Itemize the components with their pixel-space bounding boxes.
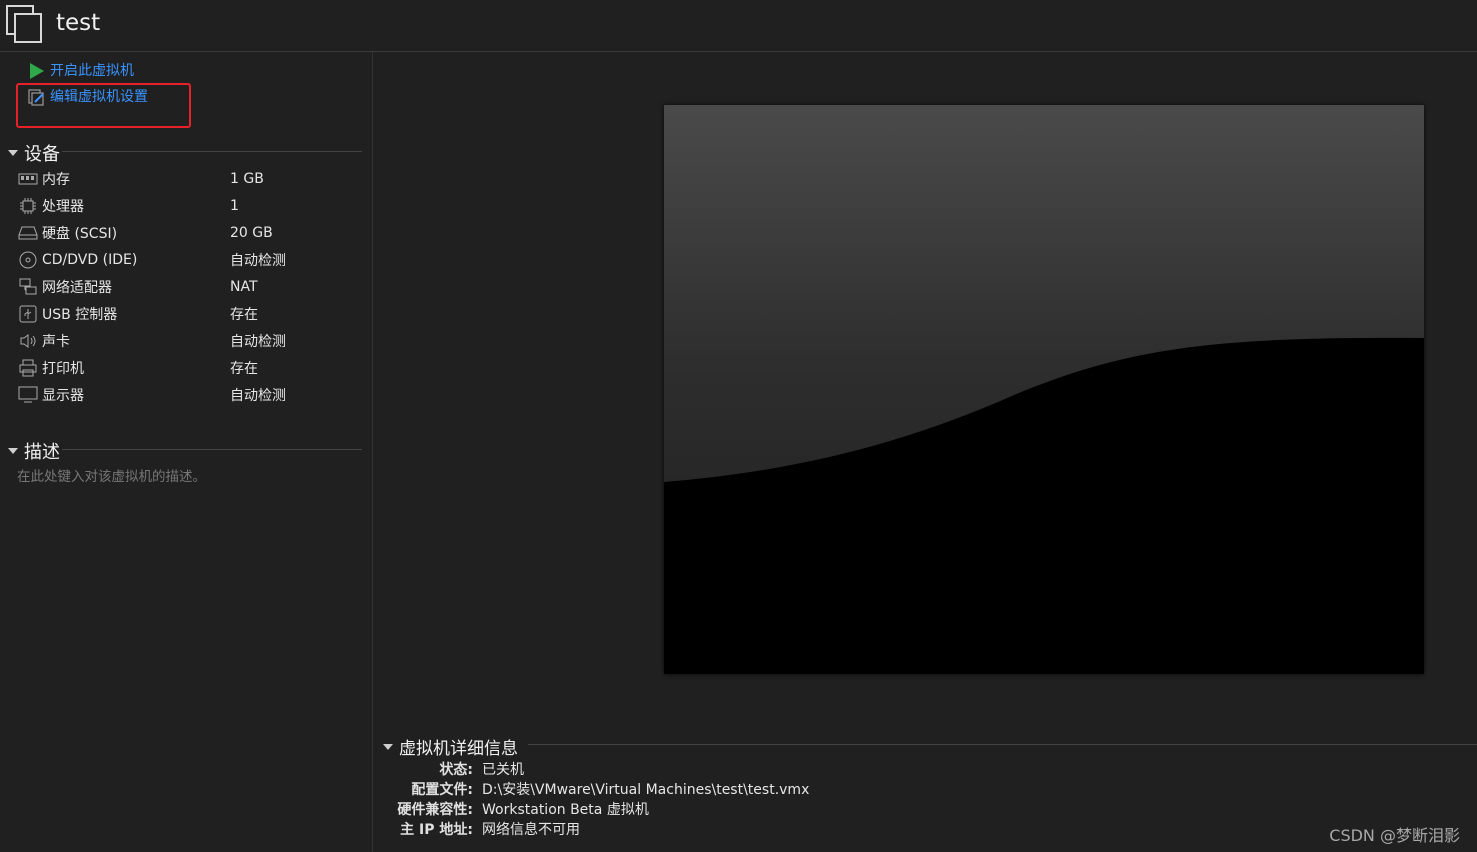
detail-value: 已关机 [482, 762, 524, 778]
device-value: 存在 [230, 361, 258, 377]
printer-icon [18, 359, 38, 377]
vm-window-icon [6, 5, 42, 43]
cpu-icon [18, 197, 38, 215]
device-value: NAT [230, 279, 258, 295]
device-value: 20 GB [230, 225, 273, 241]
device-row-hard-disk[interactable]: 硬盘 (SCSI) 20 GB [18, 220, 358, 246]
section-divider [62, 449, 362, 450]
description-heading: 描述 [24, 442, 60, 463]
device-name: 声卡 [42, 334, 70, 350]
vm-screen-graphic [664, 105, 1424, 674]
description-section-toggle[interactable]: 描述 [8, 438, 60, 464]
device-name: CD/DVD (IDE) [42, 252, 138, 268]
device-name: 硬盘 (SCSI) [42, 226, 118, 242]
hard-disk-icon [18, 224, 38, 242]
detail-value: 网络信息不可用 [482, 822, 580, 838]
detail-row-hardware-compat: 硬件兼容性: Workstation Beta 虚拟机 [380, 799, 1380, 819]
annotation-highlight-box [16, 83, 191, 128]
device-value: 自动检测 [230, 253, 286, 269]
cd-dvd-icon [18, 251, 38, 269]
detail-row-config-file: 配置文件: D:\安装\VMware\Virtual Machines\test… [380, 779, 1380, 799]
device-value: 1 GB [230, 171, 264, 187]
device-row-memory[interactable]: 内存 1 GB [18, 166, 358, 192]
devices-section-toggle[interactable]: 设备 [8, 140, 60, 166]
collapse-triangle-icon [383, 743, 393, 750]
detail-row-status: 状态: 已关机 [380, 759, 1380, 779]
network-adapter-icon [18, 278, 38, 296]
section-divider [528, 744, 1477, 745]
detail-key: 硬件兼容性: [397, 802, 473, 818]
device-row-cd-dvd[interactable]: CD/DVD (IDE) 自动检测 [18, 247, 358, 273]
power-on-vm-link[interactable]: 开启此虚拟机 [28, 60, 134, 82]
memory-icon [18, 170, 38, 188]
device-value: 自动检测 [230, 388, 286, 404]
device-row-usb-controller[interactable]: USB 控制器 存在 [18, 301, 358, 327]
device-row-printer[interactable]: 打印机 存在 [18, 355, 358, 381]
detail-key: 主 IP 地址: [400, 822, 473, 838]
device-value: 1 [230, 198, 239, 214]
usb-icon [18, 305, 38, 323]
device-row-display[interactable]: 显示器 自动检测 [18, 382, 358, 408]
device-row-processor[interactable]: 处理器 1 [18, 193, 358, 219]
device-row-network-adapter[interactable]: 网络适配器 NAT [18, 274, 358, 300]
detail-value: Workstation Beta 虚拟机 [482, 802, 649, 818]
devices-heading: 设备 [24, 144, 60, 165]
vm-details-heading: 虚拟机详细信息 [399, 739, 518, 759]
vm-title: test [56, 10, 101, 36]
device-name: 内存 [42, 172, 70, 188]
device-value: 自动检测 [230, 334, 286, 350]
left-panel: 开启此虚拟机 编辑虚拟机设置 设备 内存 1 GB 处理器 1 硬盘 (SCSI… [0, 52, 373, 852]
collapse-triangle-icon [8, 448, 18, 454]
description-input[interactable]: 在此处键入对该虚拟机的描述。 [17, 465, 206, 485]
speaker-icon [18, 332, 38, 350]
device-row-sound-card[interactable]: 声卡 自动检测 [18, 328, 358, 354]
device-name: 处理器 [42, 199, 84, 215]
watermark-text: CSDN @梦断泪影 [1329, 826, 1460, 845]
device-name: 显示器 [42, 388, 84, 404]
detail-value: D:\安装\VMware\Virtual Machines\test\test.… [482, 782, 810, 798]
vm-screen-thumbnail[interactable] [664, 105, 1424, 674]
power-on-label: 开启此虚拟机 [50, 63, 134, 79]
monitor-icon [18, 386, 38, 404]
play-icon [30, 63, 44, 79]
detail-key: 配置文件: [411, 782, 473, 798]
device-name: 网络适配器 [42, 280, 112, 296]
section-divider [62, 151, 362, 152]
device-value: 存在 [230, 307, 258, 323]
vm-tab-header: test [0, 0, 1477, 52]
vm-details-section-toggle[interactable]: 虚拟机详细信息 [383, 734, 518, 759]
device-name: USB 控制器 [42, 307, 118, 323]
detail-key: 状态: [439, 762, 473, 778]
collapse-triangle-icon [8, 150, 18, 156]
detail-row-primary-ip: 主 IP 地址: 网络信息不可用 [380, 819, 1380, 839]
device-name: 打印机 [42, 361, 84, 377]
